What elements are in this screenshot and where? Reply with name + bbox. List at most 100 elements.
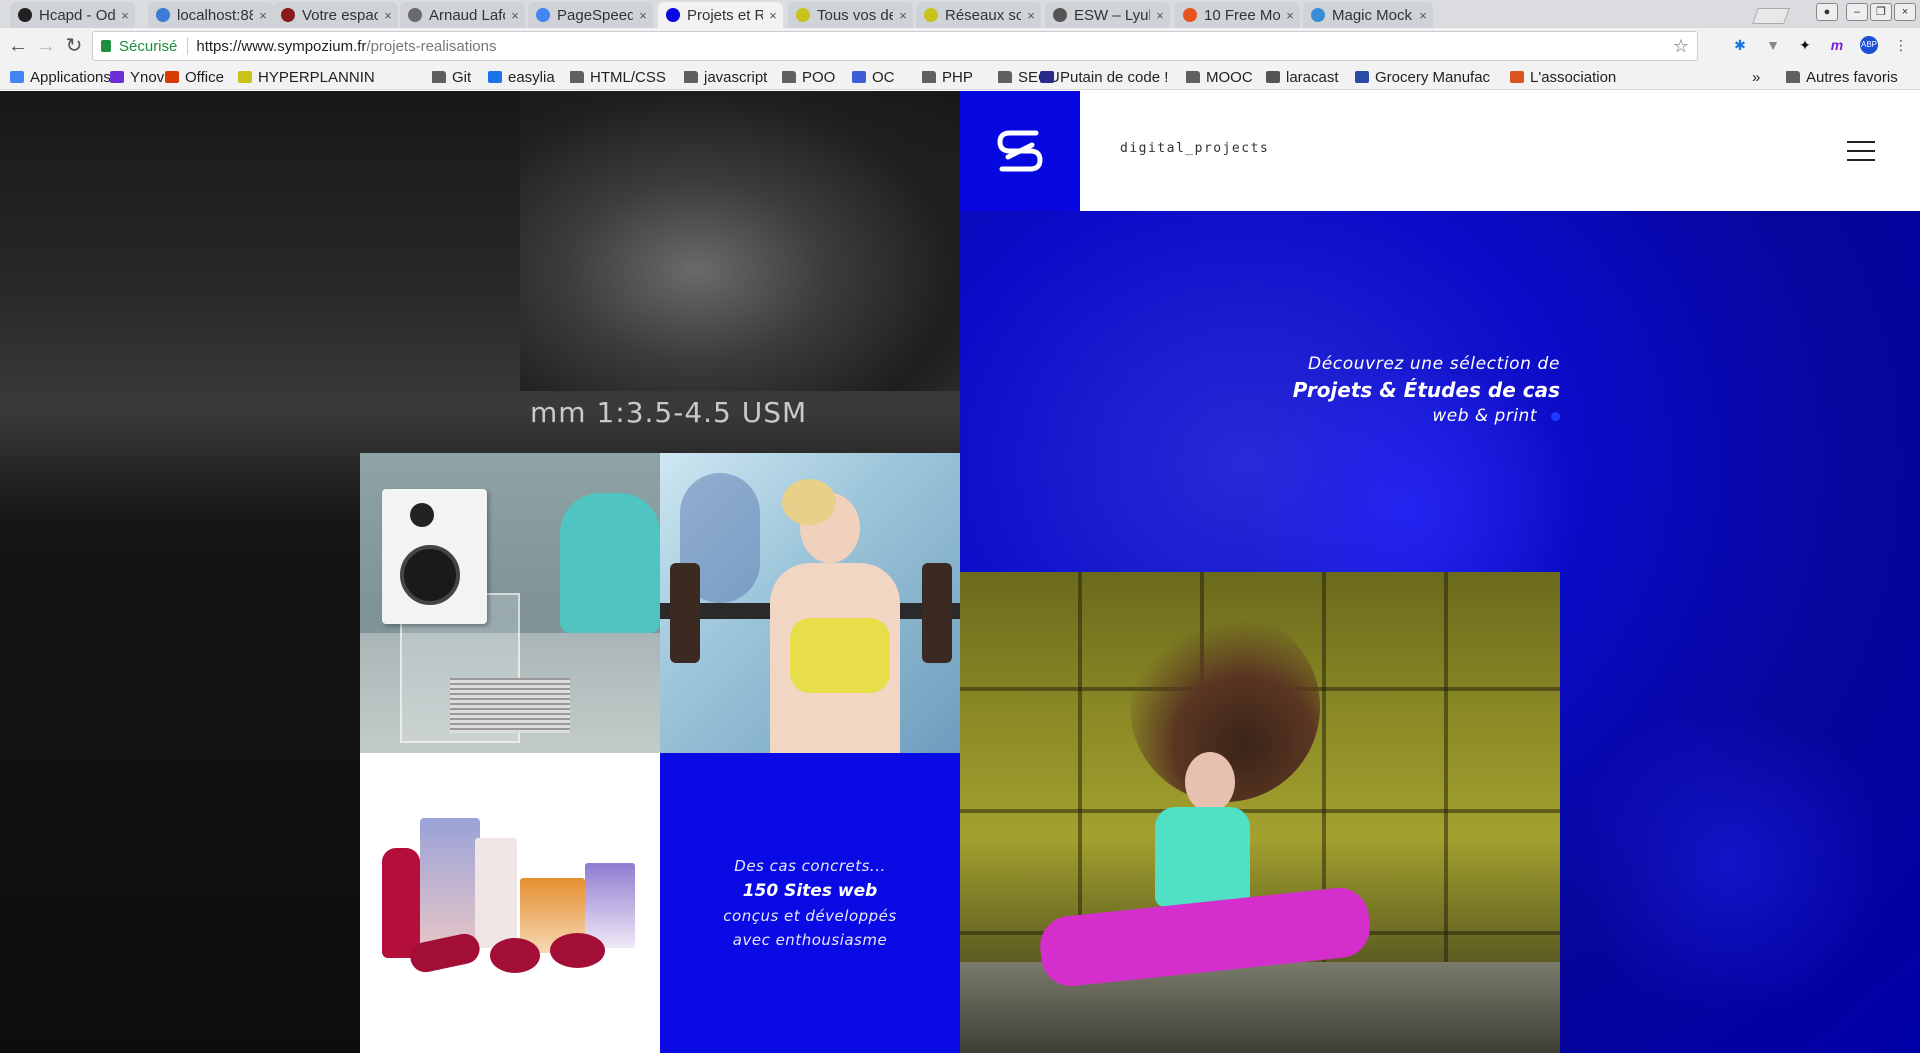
tab-close-icon[interactable]: × — [253, 8, 273, 23]
bookmark-star-icon[interactable]: ☆ — [1673, 36, 1689, 57]
hamburger-menu-icon[interactable] — [1847, 141, 1875, 161]
tab-close-icon[interactable]: × — [893, 8, 913, 23]
tab-close-icon[interactable]: × — [115, 8, 135, 23]
bookmark-item[interactable]: L'association — [1510, 68, 1616, 86]
bookmarks-overflow-icon[interactable]: » — [1752, 68, 1760, 86]
tab-close-icon[interactable]: × — [378, 8, 398, 23]
teal-chair-image — [560, 493, 660, 633]
browser-tab[interactable]: localhost:888× — [148, 2, 273, 28]
tab-close-icon[interactable]: × — [1280, 8, 1300, 23]
bookmark-label: Grocery Manufac — [1375, 68, 1491, 86]
tab-label: Votre espace c — [302, 6, 378, 24]
reload-icon[interactable]: ↻ — [62, 34, 86, 58]
extension-abp-icon[interactable]: ABP — [1860, 36, 1878, 54]
minimize-icon[interactable]: – — [1846, 3, 1868, 21]
browser-tab[interactable]: Votre espace c× — [273, 2, 398, 28]
hyperplanning-icon — [238, 71, 252, 83]
tab-close-icon[interactable]: × — [633, 8, 653, 23]
folder-icon — [684, 71, 698, 83]
project-tile-fitness[interactable] — [660, 453, 960, 753]
association-icon — [1510, 71, 1524, 83]
tab-favicon-icon — [1311, 8, 1325, 22]
pdc-icon — [1040, 71, 1054, 83]
office-icon — [165, 71, 179, 83]
profile-icon[interactable]: ● — [1816, 3, 1838, 21]
extension-m-icon[interactable]: m — [1828, 36, 1846, 54]
tab-label: localhost:888 — [177, 6, 253, 24]
laracast-icon — [1266, 71, 1280, 83]
bookmark-item[interactable]: PHP — [922, 68, 973, 86]
extension-puzzle-icon[interactable]: ✱ — [1731, 36, 1749, 54]
browser-tab[interactable]: Projets et Réal× — [658, 2, 783, 28]
bookmark-item[interactable]: Office — [165, 68, 224, 86]
hero-line-1: Découvrez une sélection de — [1308, 354, 1560, 374]
browser-tab[interactable]: Hcapd - Odi × — [10, 2, 135, 28]
bookmark-item[interactable]: easylia — [488, 68, 555, 86]
bookmark-item[interactable]: HTML/CSS — [570, 68, 666, 86]
other-bookmarks[interactable]: Autres favoris — [1786, 68, 1898, 86]
tab-close-icon[interactable]: × — [505, 8, 525, 23]
project-tile-dancer[interactable] — [960, 572, 1560, 1053]
tab-close-icon[interactable]: × — [1413, 8, 1433, 23]
back-icon[interactable]: ← — [6, 34, 30, 58]
tab-label: 10 Free Mocku — [1204, 6, 1280, 24]
hero-line-3: web & print — [1260, 406, 1560, 426]
bookmark-label: laracast — [1286, 68, 1339, 86]
tab-favicon-icon — [18, 8, 32, 22]
other-bookmarks-label: Autres favoris — [1806, 68, 1898, 86]
weight-plate-left — [670, 563, 700, 663]
athlete-hair-image — [782, 479, 836, 525]
bookmark-item[interactable]: Grocery Manufac — [1355, 68, 1490, 86]
hero-text: Découvrez une sélection de Projets & Étu… — [1260, 354, 1560, 426]
extension-github-icon[interactable]: ✦ — [1796, 36, 1814, 54]
bookmark-item[interactable]: javascript — [684, 68, 767, 86]
tab-close-icon[interactable]: × — [1150, 8, 1170, 23]
bookmark-item[interactable]: Git — [432, 68, 471, 86]
tab-label: Projets et Réal — [687, 6, 763, 24]
folder-icon — [570, 71, 584, 83]
browser-tab[interactable]: Arnaud Lafon× — [400, 2, 525, 28]
browser-tab[interactable]: Tous vos desig× — [788, 2, 913, 28]
product-box-image — [420, 818, 480, 953]
bookmark-item[interactable]: POO — [782, 68, 835, 86]
tab-label: Arnaud Lafon — [429, 6, 505, 24]
close-window-icon[interactable]: × — [1894, 3, 1916, 21]
project-tile-speaker[interactable] — [360, 453, 660, 753]
tab-label: Tous vos desig — [817, 6, 893, 24]
hero-glow — [1560, 711, 1900, 1011]
bookmark-item[interactable]: HYPERPLANNIN — [238, 68, 375, 86]
extension-vue-icon[interactable]: ▼ — [1764, 36, 1782, 54]
bookmark-label: POO — [802, 68, 836, 86]
bookmark-item[interactable]: Applications — [10, 68, 111, 86]
restore-icon[interactable]: ❐ — [1870, 3, 1892, 21]
tab-close-icon[interactable]: × — [1021, 8, 1041, 23]
bookmark-label: javascript — [704, 68, 768, 86]
browser-menu-icon[interactable]: ⋮ — [1892, 36, 1910, 54]
tab-favicon-icon — [536, 8, 550, 22]
site-logo[interactable] — [960, 91, 1080, 211]
bookmark-label: PHP — [942, 68, 973, 86]
address-bar[interactable]: Sécurisé https://www.sympozium.fr/projet… — [92, 31, 1698, 61]
new-tab-button[interactable] — [1752, 8, 1790, 24]
bookmark-item[interactable]: OC — [852, 68, 895, 86]
browser-tab[interactable]: ESW – Lyuba N× — [1045, 2, 1170, 28]
bookmark-item[interactable]: MOOC — [1186, 68, 1253, 86]
tab-favicon-icon — [1183, 8, 1197, 22]
browser-tab[interactable]: Réseaux socia× — [916, 2, 1041, 28]
page-viewport: mm 1:3.5-4.5 USM digital_projects Découv… — [0, 91, 1920, 1053]
bookmark-item[interactable]: laracast — [1266, 68, 1339, 86]
tab-close-icon[interactable]: × — [763, 8, 783, 23]
browser-tab[interactable]: PageSpeed Ins× — [528, 2, 653, 28]
bookmark-label: Putain de code ! — [1060, 68, 1169, 86]
bookmark-item[interactable]: Putain de code ! — [1040, 68, 1168, 86]
project-tile-products[interactable] — [360, 753, 660, 1053]
bookmark-label: HTML/CSS — [590, 68, 666, 86]
red-cap-image — [490, 938, 540, 973]
forward-icon[interactable]: → — [34, 34, 58, 58]
browser-tab[interactable]: 10 Free Mocku× — [1175, 2, 1300, 28]
bookmark-item[interactable]: Ynov — [110, 68, 164, 86]
url-path: /projets-realisations — [366, 37, 497, 55]
bookmark-label: L'association — [1530, 68, 1617, 86]
browser-tab[interactable]: Magic Mockup× — [1303, 2, 1433, 28]
tab-favicon-icon — [408, 8, 422, 22]
